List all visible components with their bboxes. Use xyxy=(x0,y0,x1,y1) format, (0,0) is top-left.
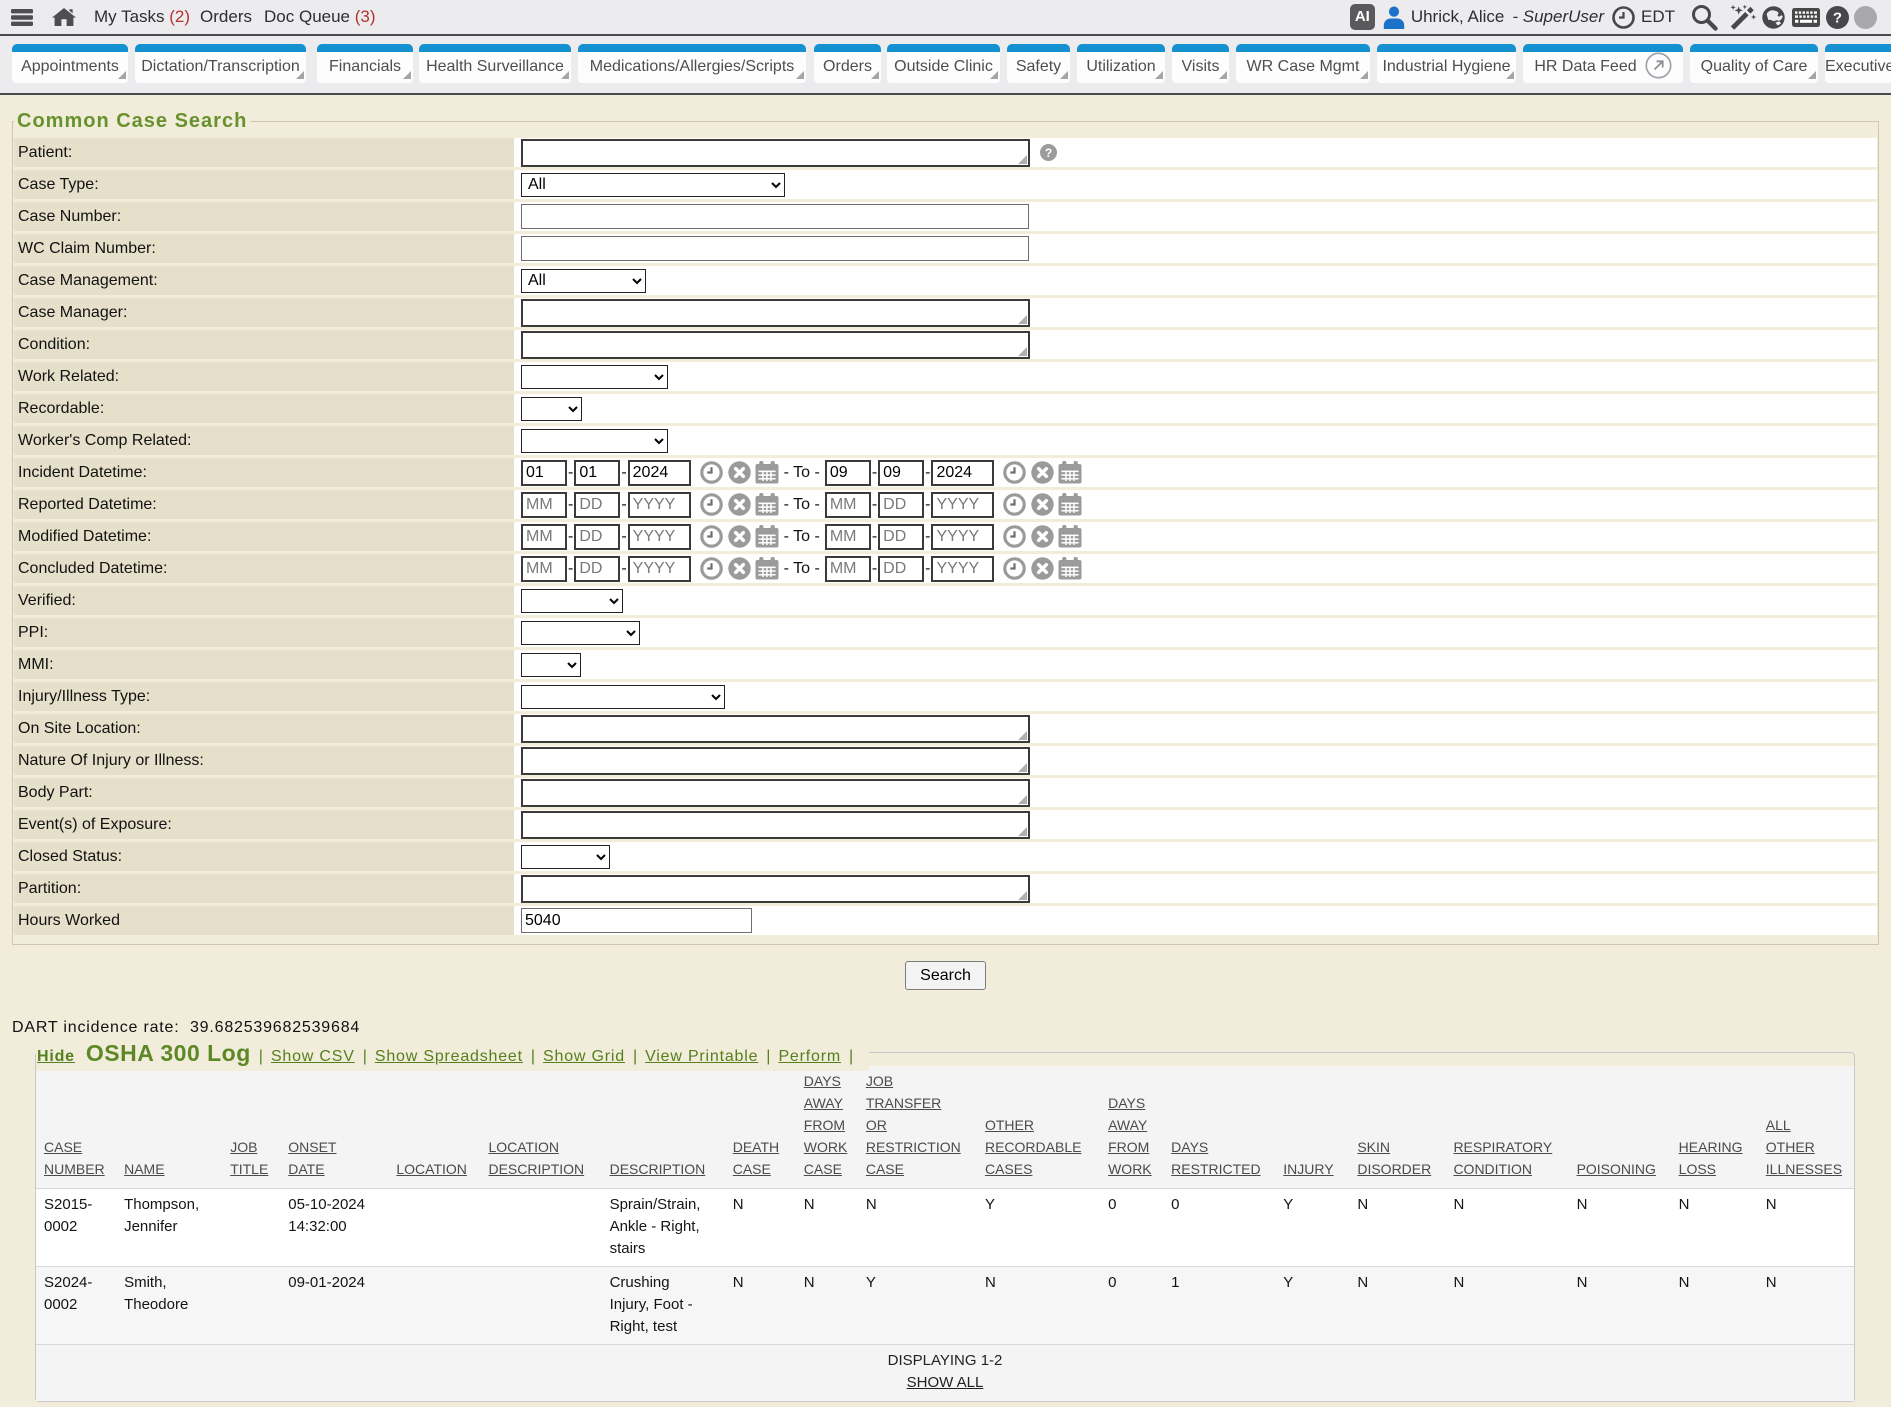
svg-text:?: ? xyxy=(1833,9,1842,26)
svg-text:?: ? xyxy=(1045,146,1052,160)
